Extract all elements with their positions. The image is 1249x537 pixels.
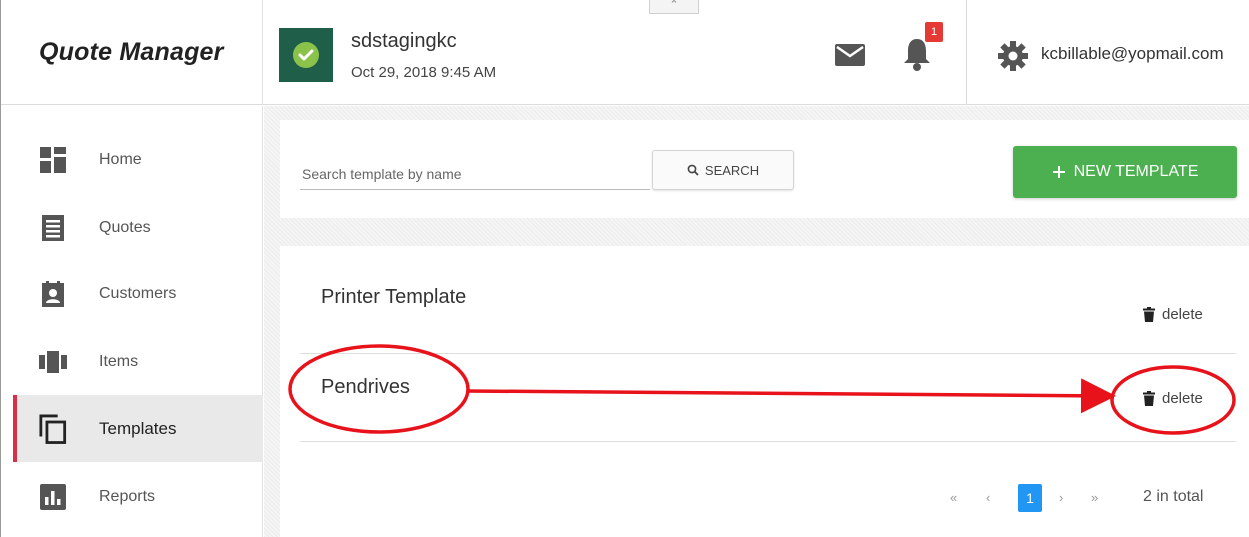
contact-card-icon — [39, 280, 67, 308]
account-status-badge — [279, 28, 333, 82]
chevron-up-icon: ⌃ — [669, 0, 679, 11]
template-row[interactable]: Pendrives delete — [300, 354, 1236, 442]
template-row[interactable]: Printer Template delete — [300, 266, 1236, 354]
page-number-current[interactable]: 1 — [1018, 484, 1042, 512]
bar-chart-icon — [39, 483, 67, 511]
trash-icon — [1143, 307, 1155, 322]
sidebar-item-label: Quotes — [99, 218, 151, 236]
mail-icon[interactable] — [835, 44, 865, 66]
template-toolbar: SEARCH NEW TEMPLATE — [280, 120, 1249, 218]
notification-count-badge: 1 — [925, 22, 943, 42]
total-count: 2 in total — [1143, 488, 1204, 505]
trash-icon — [1143, 391, 1155, 406]
check-icon — [293, 42, 319, 68]
next-page-button[interactable]: › — [1059, 490, 1063, 505]
user-email[interactable]: kcbillable@yopmail.com — [1041, 44, 1224, 64]
new-template-button[interactable]: NEW TEMPLATE — [1013, 146, 1237, 198]
search-icon — [687, 164, 699, 176]
gear-icon[interactable] — [997, 40, 1029, 72]
search-input[interactable] — [300, 158, 650, 190]
account-name: sdstagingkc — [351, 30, 457, 52]
last-page-button[interactable]: » — [1091, 490, 1098, 505]
template-name[interactable]: Pendrives — [321, 376, 410, 399]
app-title: Quote Manager — [39, 38, 224, 66]
prev-page-button[interactable]: ‹ — [986, 490, 990, 505]
collapse-header-toggle[interactable]: ⌃ — [649, 0, 699, 14]
brand[interactable]: Quote Manager — [13, 0, 263, 105]
sidebar: Home Quotes Customers Items Templates Re… — [13, 106, 263, 537]
top-bar: Quote Manager ⌃ sdstagingkc Oct 29, 2018… — [1, 0, 1249, 105]
delete-label: delete — [1162, 390, 1203, 407]
pagination: « ‹ 1 › » 2 in total — [280, 478, 1249, 518]
sidebar-item-items[interactable]: Items — [13, 328, 263, 395]
sidebar-item-label: Customers — [99, 284, 177, 302]
delete-label: delete — [1162, 306, 1203, 323]
items-icon — [39, 348, 67, 376]
delete-button[interactable]: delete — [1143, 390, 1203, 407]
main-content: SEARCH NEW TEMPLATE Printer Template del… — [264, 106, 1249, 537]
document-list-icon — [39, 214, 67, 242]
sidebar-item-label: Templates — [99, 418, 177, 438]
sidebar-item-label: Items — [99, 352, 139, 370]
sidebar-item-reports[interactable]: Reports — [13, 463, 263, 530]
delete-button[interactable]: delete — [1143, 306, 1203, 323]
sidebar-item-label: Reports — [99, 487, 156, 505]
first-page-button[interactable]: « — [950, 490, 957, 505]
header-divider — [966, 0, 967, 105]
sidebar-item-quotes[interactable]: Quotes — [13, 194, 263, 261]
sidebar-item-customers[interactable]: Customers — [13, 260, 263, 327]
template-list: Printer Template delete Pendrives delete… — [280, 246, 1249, 537]
plus-icon — [1052, 166, 1065, 178]
sidebar-item-label: Home — [99, 150, 142, 168]
account-date: Oct 29, 2018 9:45 AM — [351, 64, 497, 81]
app-window: Quote Manager ⌃ sdstagingkc Oct 29, 2018… — [0, 0, 1249, 537]
sidebar-item-home[interactable]: Home — [13, 126, 263, 193]
new-template-label: NEW TEMPLATE — [1073, 163, 1199, 180]
template-name[interactable]: Printer Template — [321, 286, 466, 309]
copy-icon — [39, 414, 67, 444]
sidebar-item-templates[interactable]: Templates — [13, 395, 263, 462]
search-button-label: SEARCH — [704, 162, 760, 178]
search-button[interactable]: SEARCH — [652, 150, 794, 190]
home-tiles-icon — [39, 146, 67, 174]
